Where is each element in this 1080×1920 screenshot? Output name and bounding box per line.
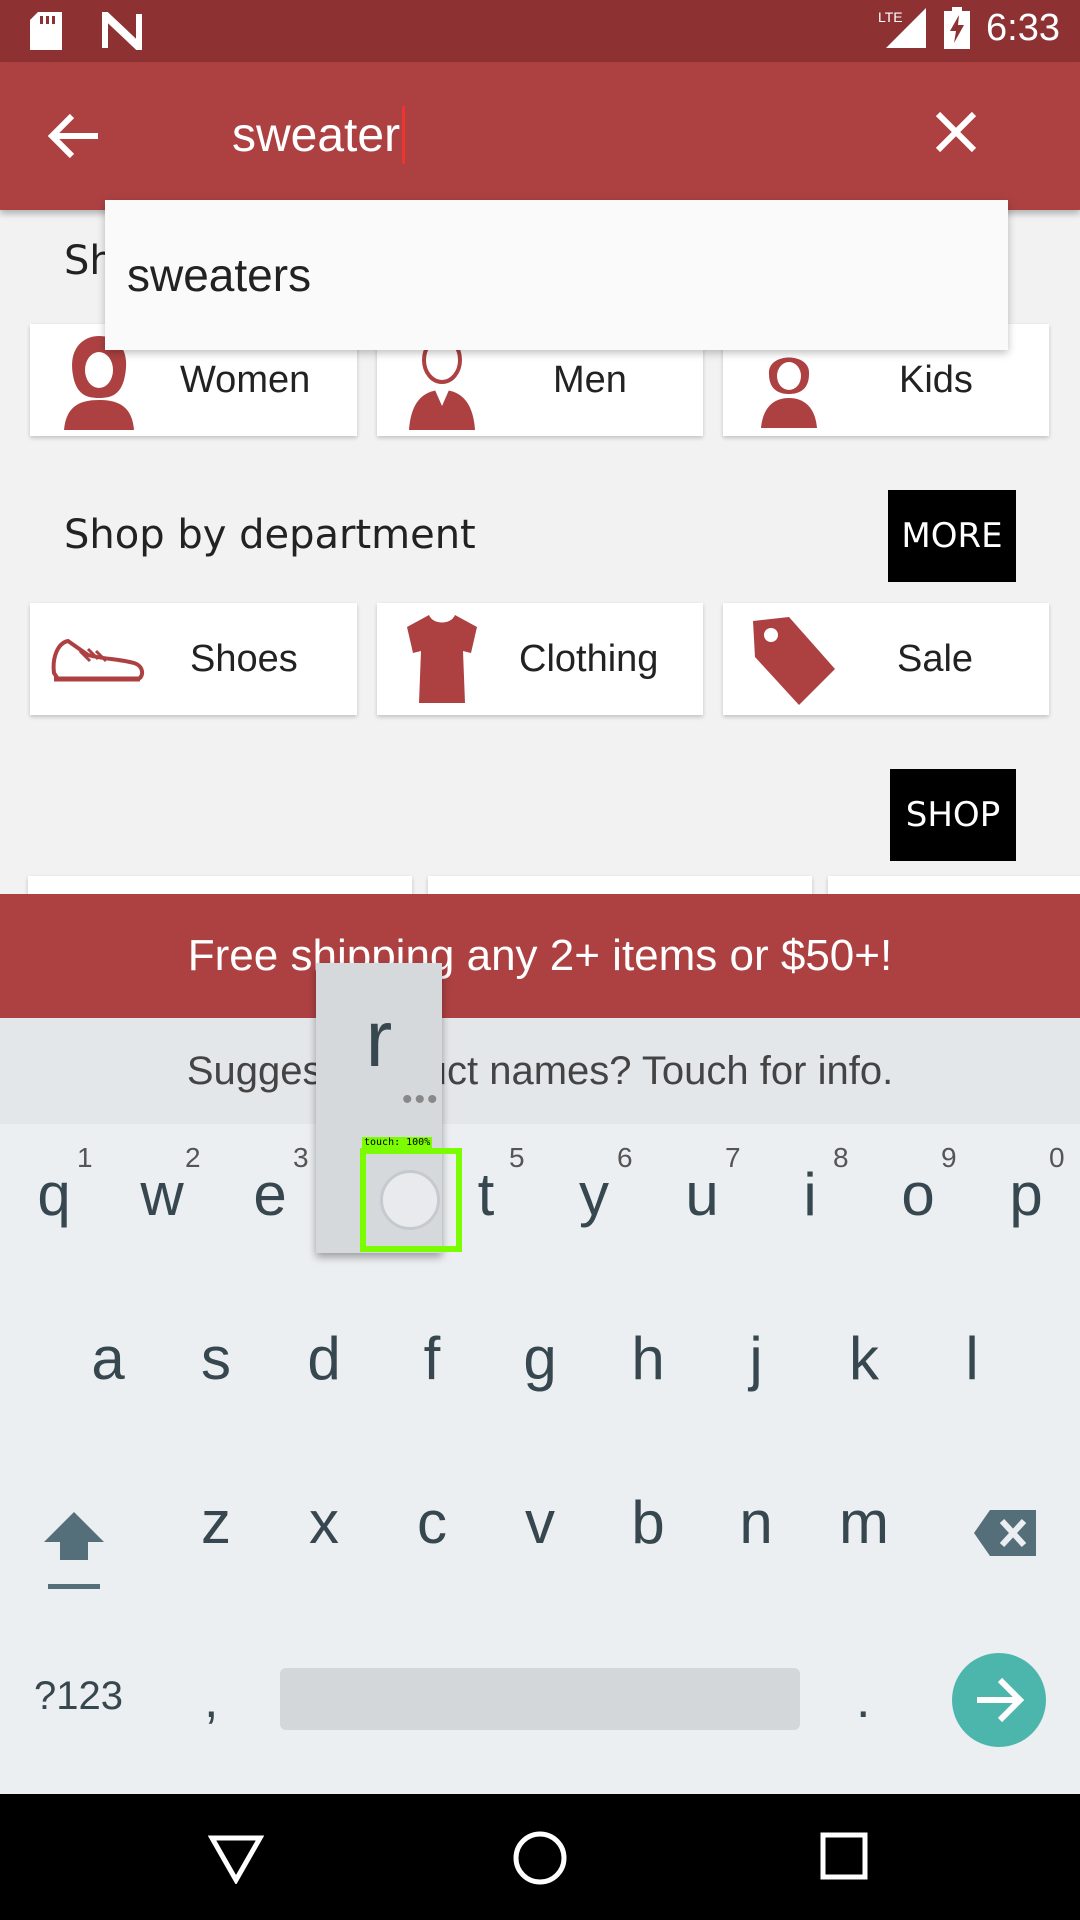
key-c[interactable]: c [382, 1488, 482, 1557]
key-u[interactable]: u [652, 1160, 752, 1229]
arrow-right-icon [977, 1677, 1024, 1723]
touch-point [380, 1170, 440, 1230]
backspace-icon[interactable] [972, 1508, 1038, 1558]
key-d[interactable]: d [274, 1324, 374, 1393]
key-g[interactable]: g [490, 1324, 590, 1393]
key-n[interactable]: n [706, 1488, 806, 1557]
shirt-icon [407, 615, 477, 703]
department-card-shoes[interactable]: Shoes [30, 603, 357, 715]
back-nav-icon[interactable] [208, 1834, 264, 1884]
department-card-sale[interactable]: Sale [723, 603, 1049, 715]
tag-icon [753, 617, 835, 705]
free-shipping-banner[interactable]: Free shipping any 2+ items or $50+! [0, 894, 1080, 1018]
autocomplete-item[interactable]: sweaters [127, 248, 311, 302]
department-label: Sale [897, 637, 974, 680]
status-time: 6:33 [986, 6, 1060, 49]
navigation-bar [0, 1794, 1080, 1920]
recents-nav-icon[interactable] [820, 1832, 868, 1880]
more-button[interactable]: MORE [888, 490, 1016, 582]
lte-signal-icon: LTE [878, 8, 927, 48]
department-card-clothing[interactable]: Clothing [377, 603, 703, 715]
key-s[interactable]: s [166, 1324, 266, 1393]
symbols-key[interactable]: ?123 [34, 1674, 123, 1719]
product-card[interactable] [28, 876, 412, 896]
autocomplete-dropdown: sweaters [105, 200, 1008, 350]
key-f[interactable]: f [382, 1324, 482, 1393]
key-p[interactable]: p [976, 1160, 1076, 1229]
soft-keyboard: Suggest product names? Touch for info. 1… [0, 1018, 1080, 1794]
kid-icon [761, 357, 817, 428]
home-nav-icon[interactable] [512, 1830, 568, 1886]
sd-card-icon [30, 12, 62, 50]
text-cursor [402, 106, 406, 164]
key-x[interactable]: x [274, 1488, 374, 1557]
key-o[interactable]: o [868, 1160, 968, 1229]
key-z[interactable]: z [166, 1488, 266, 1557]
key-q[interactable]: q [4, 1160, 104, 1229]
key-l[interactable]: l [922, 1324, 1022, 1393]
shoe-icon [51, 638, 145, 682]
key-h[interactable]: h [598, 1324, 698, 1393]
clear-search-icon[interactable] [934, 110, 978, 154]
shop-button[interactable]: SHOP [890, 769, 1016, 861]
product-card[interactable] [828, 876, 1080, 896]
search-input-value: sweater [232, 108, 401, 162]
key-v[interactable]: v [490, 1488, 590, 1557]
key-j[interactable]: j [706, 1324, 806, 1393]
key-a[interactable]: a [58, 1324, 158, 1393]
search-input[interactable]: sweater [232, 106, 406, 164]
key-i[interactable]: i [760, 1160, 860, 1229]
key-m[interactable]: m [814, 1488, 914, 1557]
shop-by-department-title: Shop by department [64, 512, 476, 558]
battery-charging-icon [944, 7, 971, 49]
key-preview-letter: r [365, 994, 393, 1083]
status-bar: LTE 6:33 [0, 0, 1080, 62]
key-y[interactable]: y [544, 1160, 644, 1229]
more-keys-hint: ••• [402, 1083, 440, 1116]
department-label: Shoes [190, 637, 298, 680]
key-period[interactable]: . [856, 1670, 870, 1730]
key-w[interactable]: w [112, 1160, 212, 1229]
touch-label: touch: 100% [362, 1137, 433, 1148]
notification-n-icon [102, 12, 142, 50]
search-app-bar: sweater [0, 62, 1080, 210]
shift-icon[interactable] [42, 1508, 106, 1594]
key-comma[interactable]: , [204, 1670, 218, 1730]
department-label: Clothing [519, 637, 659, 680]
keyboard-suggestion-strip[interactable]: Suggest product names? Touch for info. [0, 1018, 1080, 1124]
svg-text:LTE: LTE [878, 9, 903, 25]
key-k[interactable]: k [814, 1324, 914, 1393]
go-button[interactable] [952, 1653, 1046, 1747]
back-arrow-icon[interactable] [46, 112, 102, 160]
product-card[interactable] [428, 876, 812, 896]
space-bar[interactable] [280, 1668, 800, 1730]
key-e[interactable]: e [220, 1160, 320, 1229]
key-b[interactable]: b [598, 1488, 698, 1557]
